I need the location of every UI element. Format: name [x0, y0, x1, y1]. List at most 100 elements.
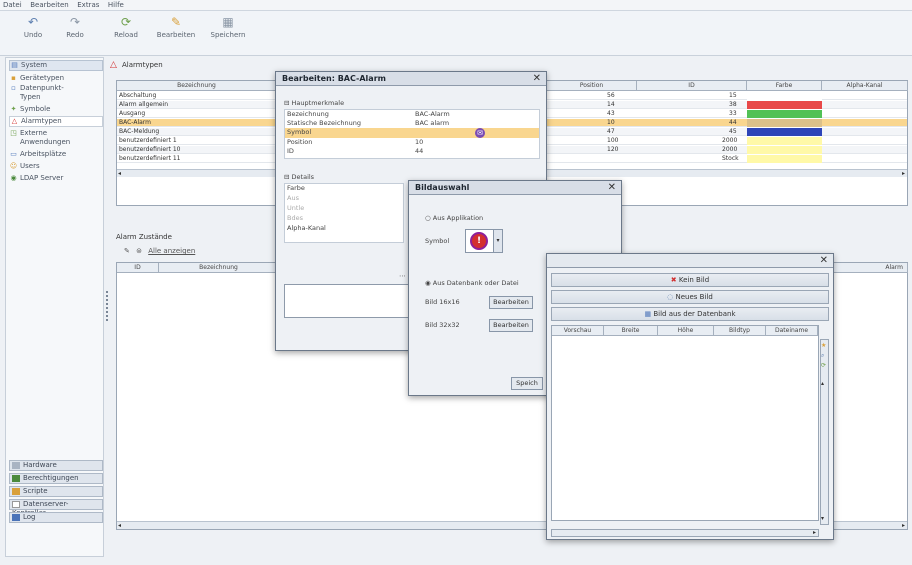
- col-bezeichnung[interactable]: Bezeichnung: [159, 263, 279, 273]
- properties-grid[interactable]: Bezeichnung BAC-Alarm Statische Bezeichn…: [284, 109, 540, 159]
- scroll-right-icon[interactable]: ▸: [902, 522, 905, 529]
- menu-hilfe[interactable]: Hilfe: [105, 0, 127, 11]
- menu-extras[interactable]: Extras: [74, 0, 102, 11]
- col-bezeichnung[interactable]: Bezeichnung: [117, 81, 277, 91]
- symbol-row-highlight[interactable]: [285, 128, 539, 138]
- sidebar-item-anwendungen[interactable]: Anwendungen: [9, 138, 103, 147]
- details-grid[interactable]: Farbe Aus Untle Bdes Alpha-Kanal: [284, 183, 404, 243]
- prop-value[interactable]: BAC alarm: [415, 119, 449, 128]
- vertical-scrollbar[interactable]: ★ ⌕ ⟳ ▴ ▾: [820, 339, 829, 525]
- symbol-select[interactable]: ! ▾: [465, 229, 503, 253]
- col-bildtyp[interactable]: Bildtyp: [714, 326, 766, 336]
- image32-label: Bild 32x32: [425, 321, 460, 329]
- save-label: Speichern: [210, 31, 246, 39]
- col-id[interactable]: ID: [637, 81, 747, 91]
- col-dateiname[interactable]: Dateiname: [766, 326, 818, 336]
- row-position: 56: [607, 92, 615, 99]
- sidebar-item-system[interactable]: ▤ System: [9, 60, 103, 71]
- save-image-button[interactable]: Speich: [511, 377, 543, 390]
- save-button[interactable]: ▦ Speichern: [205, 15, 251, 39]
- radio-from-app[interactable]: ○ Aus Applikation: [425, 214, 483, 223]
- scroll-up-icon[interactable]: ▴: [821, 380, 824, 387]
- picker-hscrollbar[interactable]: ▸: [551, 529, 819, 537]
- scroll-left-icon[interactable]: ◂: [118, 170, 121, 177]
- color-swatch[interactable]: [747, 101, 822, 109]
- color-swatch[interactable]: [747, 137, 822, 145]
- col-breite[interactable]: Breite: [604, 326, 658, 336]
- alarm-states-title: Alarm Zustände: [116, 233, 172, 241]
- color-swatch[interactable]: [747, 110, 822, 118]
- radio-from-db[interactable]: ◉ Aus Datenbank oder Datei: [425, 279, 519, 288]
- color-swatch[interactable]: [747, 92, 822, 100]
- menu-datei[interactable]: Datei: [0, 0, 25, 11]
- chevron-down-icon[interactable]: ▾: [493, 230, 502, 252]
- nav-log[interactable]: Log: [9, 512, 103, 523]
- row-id: Stock: [722, 155, 739, 162]
- edit-icon[interactable]: ✎: [124, 247, 130, 255]
- new-image-button[interactable]: ◌ Neues Bild: [551, 290, 829, 304]
- sidebar-item-symbole[interactable]: ✦ Symbole: [9, 105, 103, 114]
- prop-value[interactable]: 10: [415, 138, 423, 147]
- edit-32-button[interactable]: Bearbeiten: [489, 319, 533, 332]
- col-hoehe[interactable]: Höhe: [658, 326, 714, 336]
- menu-bearbeiten[interactable]: Bearbeiten: [27, 0, 71, 11]
- show-all-link[interactable]: Alle anzeigen: [148, 247, 195, 255]
- col-alpha[interactable]: Alpha-Kanal: [822, 81, 908, 91]
- redo-button[interactable]: ↷ Redo: [52, 15, 98, 39]
- prop-value[interactable]: 44: [415, 147, 423, 156]
- scroll-right-icon[interactable]: ▸: [813, 529, 816, 536]
- splitter-handle[interactable]: [106, 291, 110, 321]
- color-swatch[interactable]: [747, 119, 822, 127]
- nav-berechtigungen[interactable]: Berechtigungen: [9, 473, 103, 484]
- col-id[interactable]: ID: [117, 263, 159, 273]
- sidebar-item-datenpunkt[interactable]: ▫ Datenpunkt-: [9, 84, 103, 93]
- close-icon[interactable]: ✕: [533, 72, 541, 86]
- col-vorschau[interactable]: Vorschau: [552, 326, 604, 336]
- image-from-db-button[interactable]: ▦ Bild aus der Datenbank: [551, 307, 829, 321]
- sidebar-item-label: Users: [20, 162, 40, 170]
- sidebar-item-geraetetypen[interactable]: ▪ Gerätetypen: [9, 74, 103, 83]
- permissions-icon: [12, 474, 20, 482]
- sidebar-item-arbeitsplaetze[interactable]: ▭ Arbeitsplätze: [9, 150, 103, 159]
- col-farbe[interactable]: Farbe: [747, 81, 822, 91]
- row-id: 15: [729, 92, 737, 99]
- prop-value[interactable]: BAC-Alarm: [415, 110, 450, 119]
- color-swatch[interactable]: [747, 146, 822, 154]
- star-icon[interactable]: ★: [821, 342, 826, 349]
- close-icon[interactable]: ✕: [820, 254, 828, 268]
- scroll-right-icon[interactable]: ▸: [902, 170, 905, 177]
- redo-icon: ↷: [69, 15, 81, 29]
- sidebar-item-ldap[interactable]: ◉ LDAP Server: [9, 174, 103, 183]
- section-main[interactable]: ⊟ Hauptmerkmale: [284, 99, 344, 108]
- nav-datenserver[interactable]: Datenserver-Kontroller: [9, 499, 103, 517]
- undo-button[interactable]: ↶ Undo: [10, 15, 56, 39]
- filter-icon[interactable]: ⊜: [136, 247, 142, 255]
- section-details[interactable]: ⊟ Details: [284, 173, 314, 182]
- refresh-icon[interactable]: ⟳: [821, 362, 826, 369]
- collapse-icon: ⊟: [284, 99, 290, 107]
- edit-button[interactable]: ✎ Bearbeiten: [153, 15, 199, 39]
- nav-hardware[interactable]: Hardware: [9, 460, 103, 471]
- no-image-button[interactable]: ✖ Kein Bild: [551, 273, 829, 287]
- symbol-preview-icon[interactable]: ✉: [475, 128, 485, 138]
- search-icon[interactable]: ⌕: [821, 352, 824, 360]
- alarm-icon: △: [11, 117, 18, 125]
- close-icon[interactable]: ✕: [608, 181, 616, 195]
- description-box[interactable]: [284, 284, 410, 318]
- col-position[interactable]: Position: [547, 81, 637, 91]
- sidebar-item-users[interactable]: ☺ Users: [9, 162, 103, 171]
- sidebar-item-typen[interactable]: Typen: [9, 93, 103, 102]
- radio-icon: ○: [425, 214, 431, 222]
- edit-16-button[interactable]: Bearbeiten: [489, 296, 533, 309]
- sidebar-item-alarmtypen[interactable]: △ Alarmtypen: [9, 116, 103, 127]
- color-swatch[interactable]: [747, 128, 822, 136]
- nav-scripte[interactable]: Scripte: [9, 486, 103, 497]
- image-table[interactable]: Vorschau Breite Höhe Bildtyp Dateiname: [551, 325, 819, 521]
- detail-key: Untle: [287, 204, 305, 212]
- color-swatch[interactable]: [747, 155, 822, 163]
- server-icon: [12, 500, 20, 508]
- reload-button[interactable]: ⟳ Reload: [103, 15, 149, 39]
- scroll-down-icon[interactable]: ▾: [821, 515, 824, 522]
- sidebar-item-externe[interactable]: ◳ Externe: [9, 129, 103, 138]
- scroll-left-icon[interactable]: ◂: [118, 522, 121, 529]
